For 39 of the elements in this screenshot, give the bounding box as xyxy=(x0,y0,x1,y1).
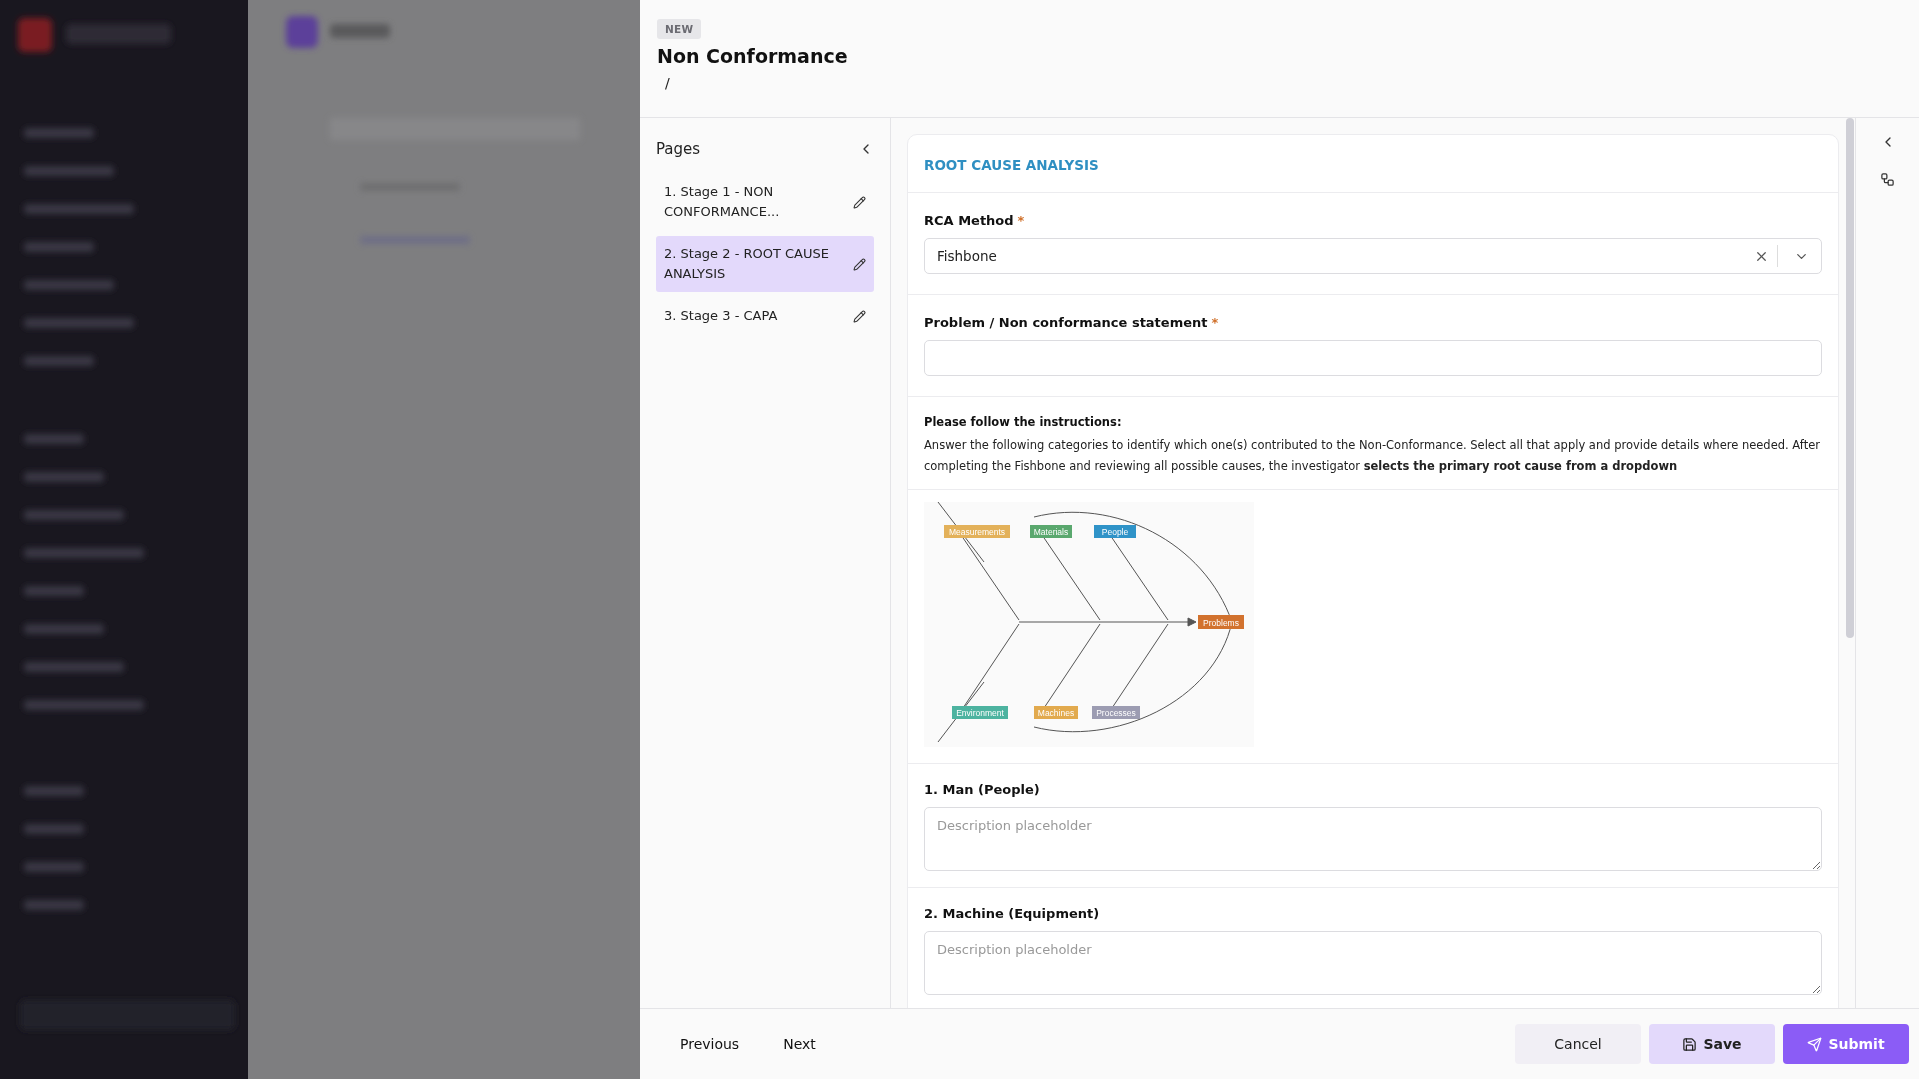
page-item[interactable]: 1. Stage 1 - NON CONFORMANCE... xyxy=(656,174,874,230)
nav-button[interactable]: Previous xyxy=(660,1026,764,1062)
edit-icon[interactable] xyxy=(853,257,866,271)
required-asterisk: * xyxy=(1211,315,1219,330)
send-icon xyxy=(1807,1036,1823,1052)
instructions-heading: Please follow the instructions: xyxy=(924,415,1123,429)
status-badge: NEW xyxy=(657,19,702,39)
description-field[interactable]: Description placeholder xyxy=(924,931,1822,995)
form-title: Non Conformance xyxy=(657,45,848,67)
breadcrumb: / xyxy=(665,75,670,91)
workflow-icon[interactable] xyxy=(1880,172,1895,187)
field-label: 1. Man (People) xyxy=(924,782,1041,797)
instructions-text: Answer the following categories to identify which one(s) contributed to the Non-Conformance. Select all that apply and provide details where needed. After completing the Fishbone and reviewing all possible causes, the investigator selects the primary root cause from a dropdown xyxy=(924,437,1821,475)
category-label: Materials xyxy=(1030,525,1072,538)
action-button[interactable]: Save xyxy=(1649,1024,1775,1064)
category-label: Environment xyxy=(952,706,1008,719)
field-label: Problem / Non conformance statement * xyxy=(924,315,1220,330)
effect-label: Problems xyxy=(1198,615,1244,629)
select-field[interactable]: Fishbone xyxy=(924,238,1822,274)
description-field[interactable]: Description placeholder xyxy=(924,807,1822,871)
save-icon xyxy=(1682,1036,1698,1052)
category-label: People xyxy=(1094,525,1136,538)
pages-title: Pages xyxy=(656,140,701,158)
action-button[interactable]: Cancel xyxy=(1515,1024,1641,1064)
category-label: Processes xyxy=(1092,706,1140,719)
page-item[interactable]: 3. Stage 3 - CAPA xyxy=(656,298,874,334)
category-label: Machines xyxy=(1034,706,1078,719)
action-button[interactable]: Submit xyxy=(1783,1024,1909,1064)
nav-button[interactable]: Next xyxy=(763,1026,840,1062)
section-title: ROOT CAUSE ANALYSIS xyxy=(924,157,1099,173)
scrollbar[interactable] xyxy=(1846,118,1854,638)
edit-icon[interactable] xyxy=(853,309,866,323)
input-field[interactable] xyxy=(924,340,1822,376)
edit-icon[interactable] xyxy=(853,195,866,209)
page-item[interactable]: 2. Stage 2 - ROOT CAUSE ANALYSIS xyxy=(656,236,874,292)
category-label: Measurements xyxy=(944,525,1010,538)
field-label: RCA Method * xyxy=(924,213,1026,228)
field-label: 2. Machine (Equipment) xyxy=(924,906,1101,921)
required-asterisk: * xyxy=(1017,213,1025,228)
